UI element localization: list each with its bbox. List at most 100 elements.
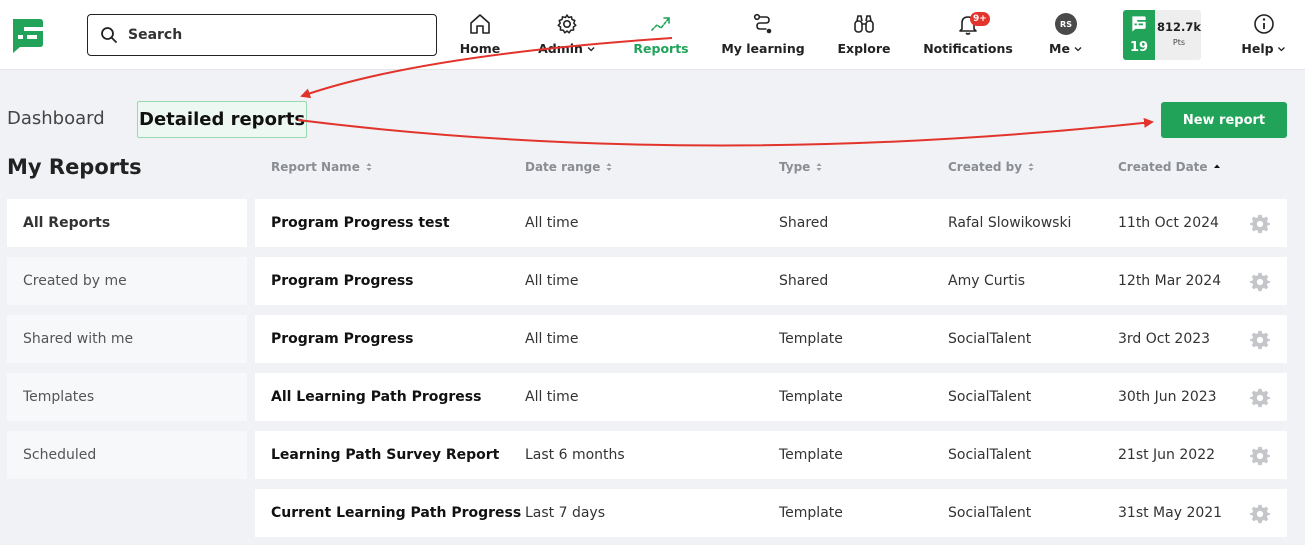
cell-created-by: SocialTalent	[948, 447, 1032, 463]
row-settings-gear-icon[interactable]	[1249, 445, 1271, 467]
tab-dashboard[interactable]: Dashboard	[7, 108, 105, 129]
sort-icon	[1028, 163, 1034, 171]
points-widget[interactable]: 19 812.7k Pts	[1123, 10, 1201, 60]
sidebar-item-all-reports[interactable]: All Reports	[7, 199, 247, 247]
column-header-created-by[interactable]: Created by	[948, 160, 1035, 174]
row-settings-gear-icon[interactable]	[1249, 387, 1271, 409]
cell-report-name[interactable]: Program Progress test	[271, 199, 450, 247]
nav-me-text: Me	[1049, 41, 1070, 56]
home-icon	[470, 14, 490, 34]
column-header-date-range[interactable]: Date range	[525, 160, 613, 174]
cell-report-name[interactable]: Program Progress	[271, 315, 414, 363]
cell-date-range: All time	[525, 389, 579, 405]
sidebar-item-templates[interactable]: Templates	[7, 373, 247, 421]
cell-created-date: 11th Oct 2024	[1118, 215, 1219, 231]
cell-created-date: 3rd Oct 2023	[1118, 331, 1211, 347]
nav-my-learning-label: My learning	[721, 41, 805, 56]
search-input[interactable]	[128, 23, 418, 47]
cell-created-date: 21st Jun 2022	[1118, 447, 1216, 463]
new-report-button[interactable]: New report	[1161, 102, 1287, 138]
points-label: Pts	[1172, 38, 1186, 47]
column-header-report-name[interactable]: Report Name	[271, 160, 373, 174]
cell-created-date: 30th Jun 2023	[1118, 389, 1217, 405]
column-header-label: Created Date	[1118, 160, 1208, 174]
cell-created-by: Rafal Slowikowski	[948, 215, 1072, 231]
cell-type: Shared	[779, 273, 829, 289]
cell-report-name[interactable]: Current Learning Path Progress	[271, 489, 521, 537]
nav-help[interactable]: Help	[1238, 0, 1290, 70]
nav-explore[interactable]: Explore	[835, 0, 893, 70]
arrow-detailed-to-new-report	[297, 117, 1154, 147]
column-header-label: Created by	[948, 160, 1023, 174]
top-navigation-bar: Home Admin Reports My learning	[0, 0, 1305, 70]
search-box[interactable]	[87, 14, 437, 56]
avatar: RS	[1055, 13, 1077, 35]
page-title: My Reports	[7, 155, 142, 179]
cell-created-date: 12th Mar 2024	[1118, 273, 1222, 289]
sidebar-item-created-by-me[interactable]: Created by me	[7, 257, 247, 305]
row-settings-gear-icon[interactable]	[1249, 213, 1271, 235]
nav-explore-label: Explore	[837, 41, 891, 56]
cell-type: Shared	[779, 215, 829, 231]
column-header-label: Report Name	[271, 160, 360, 174]
level-badge: 19	[1123, 10, 1155, 60]
nav-reports-label: Reports	[633, 41, 689, 56]
nav-notifications[interactable]: 9+ Notifications	[923, 0, 1013, 70]
cell-created-by: SocialTalent	[948, 505, 1032, 521]
cell-created-by: Amy Curtis	[948, 273, 1026, 289]
gear-icon	[557, 14, 577, 34]
nav-reports[interactable]: Reports	[630, 0, 692, 70]
cell-report-name[interactable]: Program Progress	[271, 257, 414, 305]
chevron-down-icon	[587, 46, 595, 51]
nav-help-label: Help	[1241, 41, 1286, 56]
column-header-label: Type	[779, 160, 811, 174]
table-row[interactable]: Program Progress All time Template SocialTa…	[255, 315, 1287, 363]
sort-ascending-icon	[1213, 164, 1220, 168]
column-header-label: Date range	[525, 160, 601, 174]
sidebar-item-scheduled[interactable]: Scheduled	[7, 431, 247, 479]
nav-me-label: Me	[1049, 41, 1083, 56]
sidebar-item-shared-with-me[interactable]: Shared with me	[7, 315, 247, 363]
cell-report-name[interactable]: Learning Path Survey Report	[271, 431, 499, 479]
table-row[interactable]: Current Learning Path Progress Last 7 day…	[255, 489, 1287, 537]
socialtalent-logo-icon[interactable]	[10, 16, 46, 54]
nav-home[interactable]: Home	[455, 0, 505, 70]
nav-home-label: Home	[459, 41, 501, 56]
info-icon	[1254, 14, 1274, 34]
cell-created-date: 31st May 2021	[1118, 505, 1223, 521]
tab-detailed-reports[interactable]: Detailed reports	[137, 101, 308, 138]
column-header-type[interactable]: Type	[779, 160, 823, 174]
nav-admin-label: Admin	[538, 41, 596, 56]
table-row[interactable]: Learning Path Survey Report Last 6 months…	[255, 431, 1287, 479]
cell-type: Template	[779, 389, 843, 405]
nav-admin[interactable]: Admin	[536, 0, 598, 70]
nav-admin-text: Admin	[538, 41, 583, 56]
nav-help-text: Help	[1241, 41, 1274, 56]
level-number: 19	[1129, 40, 1149, 55]
cell-created-by: SocialTalent	[948, 331, 1032, 347]
nav-my-learning[interactable]: My learning	[721, 0, 805, 70]
cell-report-name[interactable]: All Learning Path Progress	[271, 373, 481, 421]
table-row[interactable]: Program Progress All time Shared Amy Curtis…	[255, 257, 1287, 305]
route-icon	[753, 13, 772, 34]
cell-date-range: All time	[525, 215, 579, 231]
table-row[interactable]: Program Progress test All time Shared Rafal…	[255, 199, 1287, 247]
column-header-created-date[interactable]: Created Date	[1118, 160, 1221, 174]
points-value: 812.7k	[1157, 20, 1202, 34]
row-settings-gear-icon[interactable]	[1249, 329, 1271, 351]
row-settings-gear-icon[interactable]	[1249, 503, 1271, 525]
row-settings-gear-icon[interactable]	[1249, 271, 1271, 293]
chevron-down-icon	[1278, 46, 1286, 51]
trending-up-icon	[651, 17, 670, 31]
sort-icon	[606, 163, 612, 171]
cell-type: Template	[779, 331, 843, 347]
nav-me[interactable]: RS Me	[1044, 0, 1088, 70]
notifications-count-badge: 9+	[970, 12, 990, 26]
cell-date-range: Last 7 days	[525, 505, 606, 521]
sort-icon	[366, 163, 372, 171]
table-row[interactable]: All Learning Path Progress All time Templa…	[255, 373, 1287, 421]
cell-date-range: Last 6 months	[525, 447, 625, 463]
nav-notifications-label: Notifications	[923, 41, 1013, 56]
cell-type: Template	[779, 505, 843, 521]
socialtalent-small-logo-icon	[1132, 16, 1146, 32]
